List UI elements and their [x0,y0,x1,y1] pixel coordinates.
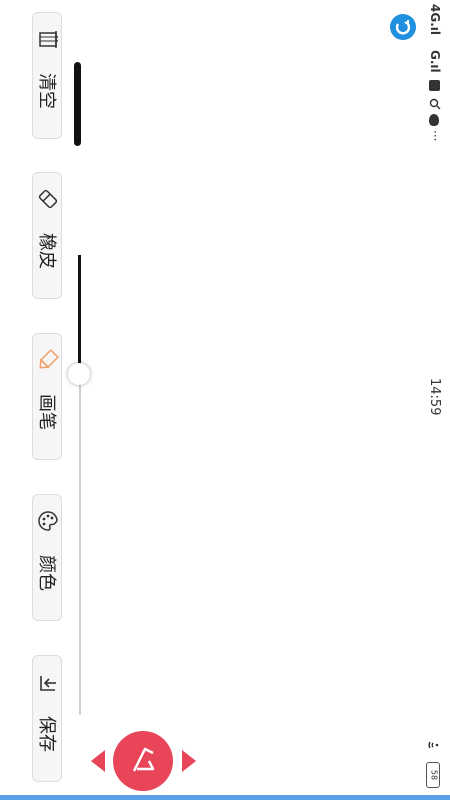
undo-floating-button[interactable] [113,731,173,791]
palette-icon [38,511,58,531]
drawn-stroke [74,62,81,146]
notification-icon [429,80,440,91]
refresh-icon [395,20,411,35]
save-button[interactable]: 保存 [32,655,62,782]
trash-icon [39,31,58,48]
signal-4g: 4G.ıl [428,4,442,35]
slider-track-empty [79,375,81,715]
color-label: 颜色 [36,555,57,591]
time-text: 14:59 [427,378,442,416]
save-label: 保存 [36,716,57,752]
color-button[interactable]: 颜色 [32,494,62,621]
undo-icon [132,747,155,772]
export-icon [40,676,56,691]
pen-label: 画笔 [36,394,57,430]
eraser-icon [38,189,58,209]
clear-button[interactable]: 清空 [32,12,62,139]
clear-label: 清空 [36,73,57,109]
more-dots: ··· [428,130,442,142]
eraser-label: 橡皮 [36,233,57,269]
bottom-accent-bar [0,795,450,800]
eraser-button[interactable]: 橡皮 [32,172,62,299]
battery-icon: 58 [426,762,440,788]
status-bar: 4G.ıl G.ıl ··· 14:59 58 [390,0,450,800]
pencil-icon [39,349,59,369]
app-icon [390,14,416,40]
signal-g: G.ıl [428,50,442,73]
wifi-icon [428,741,439,749]
battery-level: 58 [429,769,439,781]
drawing-canvas[interactable] [70,0,420,800]
pen-size-slider[interactable] [68,255,90,715]
next-arrow[interactable] [182,750,196,772]
search-icon [429,98,441,110]
prev-arrow[interactable] [91,750,105,772]
qq-icon [429,114,439,126]
slider-thumb[interactable] [68,363,90,385]
pen-button[interactable]: 画笔 [32,333,62,460]
slider-track-filled [78,255,81,375]
